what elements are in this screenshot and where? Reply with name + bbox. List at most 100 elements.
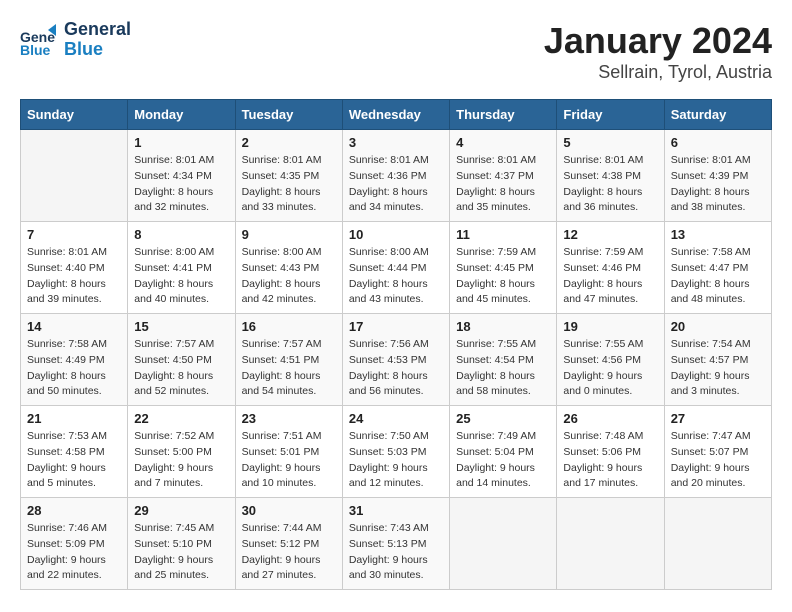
day-number: 31 [349,503,443,518]
day-number: 30 [242,503,336,518]
day-info: Sunrise: 7:54 AMSunset: 4:57 PMDaylight:… [671,337,765,400]
calendar-cell [664,498,771,590]
day-info: Sunrise: 7:58 AMSunset: 4:49 PMDaylight:… [27,337,121,400]
day-number: 2 [242,135,336,150]
calendar-cell: 4 Sunrise: 8:01 AMSunset: 4:37 PMDaylight… [450,130,557,222]
header-day: Friday [557,100,664,130]
calendar-body: 1Sunrise: 8:01 AMSunset: 4:34 PMDaylight… [21,130,772,590]
calendar-week-row: 14 Sunrise: 7:58 AMSunset: 4:49 PMDayligh… [21,314,772,406]
header-day: Tuesday [235,100,342,130]
calendar-cell: 2 Sunrise: 8:01 AMSunset: 4:35 PMDaylight… [235,130,342,222]
calendar-cell: 25Sunrise: 7:49 AMSunset: 5:04 PMDayligh… [450,406,557,498]
header-day: Sunday [21,100,128,130]
calendar-week-row: 21 Sunrise: 7:53 AMSunset: 4:58 PMDayligh… [21,406,772,498]
calendar-week-row: 7 Sunrise: 8:01 AMSunset: 4:40 PMDaylight… [21,222,772,314]
title-block: January 2024 Sellrain, Tyrol, Austria [544,20,772,83]
day-number: 10 [349,227,443,242]
day-number: 24 [349,411,443,426]
calendar-title: January 2024 [544,20,772,62]
day-info: Sunrise: 8:01 AMSunset: 4:35 PMDaylight:… [242,153,336,216]
calendar-cell: 23 Sunrise: 7:51 AMSunset: 5:01 PMDayligh… [235,406,342,498]
day-info: Sunrise: 7:57 AMSunset: 4:51 PMDaylight:… [242,337,336,400]
day-number: 29 [134,503,228,518]
calendar-cell: 21 Sunrise: 7:53 AMSunset: 4:58 PMDayligh… [21,406,128,498]
day-info: Sunrise: 8:00 AMSunset: 4:43 PMDaylight:… [242,245,336,308]
calendar-cell: 1Sunrise: 8:01 AMSunset: 4:34 PMDaylight… [128,130,235,222]
day-info: Sunrise: 7:46 AMSunset: 5:09 PMDaylight:… [27,521,121,584]
day-number: 3 [349,135,443,150]
day-info: Sunrise: 8:01 AMSunset: 4:39 PMDaylight:… [671,153,765,216]
day-info: Sunrise: 7:51 AMSunset: 5:01 PMDaylight:… [242,429,336,492]
day-info: Sunrise: 7:57 AMSunset: 4:50 PMDaylight:… [134,337,228,400]
calendar-cell: 22 Sunrise: 7:52 AMSunset: 5:00 PMDayligh… [128,406,235,498]
header-day: Wednesday [342,100,449,130]
calendar-cell: 12 Sunrise: 7:59 AMSunset: 4:46 PMDayligh… [557,222,664,314]
day-number: 11 [456,227,550,242]
calendar-cell: 29 Sunrise: 7:45 AMSunset: 5:10 PMDayligh… [128,498,235,590]
day-number: 23 [242,411,336,426]
day-info: Sunrise: 8:00 AMSunset: 4:44 PMDaylight:… [349,245,443,308]
calendar-cell: 28Sunrise: 7:46 AMSunset: 5:09 PMDayligh… [21,498,128,590]
day-number: 6 [671,135,765,150]
day-info: Sunrise: 7:48 AMSunset: 5:06 PMDaylight:… [563,429,657,492]
header-row: SundayMondayTuesdayWednesdayThursdayFrid… [21,100,772,130]
calendar-cell: 18Sunrise: 7:55 AMSunset: 4:54 PMDayligh… [450,314,557,406]
calendar-cell: 13 Sunrise: 7:58 AMSunset: 4:47 PMDayligh… [664,222,771,314]
day-number: 13 [671,227,765,242]
calendar-cell: 8Sunrise: 8:00 AMSunset: 4:41 PMDaylight… [128,222,235,314]
day-number: 20 [671,319,765,334]
day-info: Sunrise: 8:00 AMSunset: 4:41 PMDaylight:… [134,245,228,308]
calendar-cell: 10 Sunrise: 8:00 AMSunset: 4:44 PMDayligh… [342,222,449,314]
calendar-cell: 9 Sunrise: 8:00 AMSunset: 4:43 PMDaylight… [235,222,342,314]
day-info: Sunrise: 7:52 AMSunset: 5:00 PMDaylight:… [134,429,228,492]
day-number: 15 [134,319,228,334]
header-day: Saturday [664,100,771,130]
day-number: 17 [349,319,443,334]
day-number: 27 [671,411,765,426]
day-number: 12 [563,227,657,242]
day-info: Sunrise: 8:01 AMSunset: 4:40 PMDaylight:… [27,245,121,308]
logo: General Blue General Blue [20,20,131,60]
day-info: Sunrise: 7:44 AMSunset: 5:12 PMDaylight:… [242,521,336,584]
logo-line2: Blue [64,40,131,60]
svg-text:Blue: Blue [20,42,51,58]
calendar-cell: 16Sunrise: 7:57 AMSunset: 4:51 PMDayligh… [235,314,342,406]
day-info: Sunrise: 7:53 AMSunset: 4:58 PMDaylight:… [27,429,121,492]
day-number: 9 [242,227,336,242]
day-number: 14 [27,319,121,334]
day-number: 21 [27,411,121,426]
day-info: Sunrise: 7:55 AMSunset: 4:56 PMDaylight:… [563,337,657,400]
calendar-cell [450,498,557,590]
calendar-cell: 26Sunrise: 7:48 AMSunset: 5:06 PMDayligh… [557,406,664,498]
calendar-cell: 6 Sunrise: 8:01 AMSunset: 4:39 PMDaylight… [664,130,771,222]
day-info: Sunrise: 7:56 AMSunset: 4:53 PMDaylight:… [349,337,443,400]
day-number: 4 [456,135,550,150]
calendar-cell: 17 Sunrise: 7:56 AMSunset: 4:53 PMDayligh… [342,314,449,406]
calendar-table: SundayMondayTuesdayWednesdayThursdayFrid… [20,99,772,590]
calendar-cell [21,130,128,222]
day-number: 25 [456,411,550,426]
calendar-cell: 5Sunrise: 8:01 AMSunset: 4:38 PMDaylight… [557,130,664,222]
logo-line1: General [64,20,131,40]
calendar-cell: 27Sunrise: 7:47 AMSunset: 5:07 PMDayligh… [664,406,771,498]
day-number: 19 [563,319,657,334]
day-number: 7 [27,227,121,242]
calendar-cell: 30 Sunrise: 7:44 AMSunset: 5:12 PMDayligh… [235,498,342,590]
calendar-subtitle: Sellrain, Tyrol, Austria [544,62,772,83]
calendar-cell: 24Sunrise: 7:50 AMSunset: 5:03 PMDayligh… [342,406,449,498]
calendar-cell [557,498,664,590]
calendar-cell: 31Sunrise: 7:43 AMSunset: 5:13 PMDayligh… [342,498,449,590]
calendar-cell: 19 Sunrise: 7:55 AMSunset: 4:56 PMDayligh… [557,314,664,406]
day-info: Sunrise: 7:45 AMSunset: 5:10 PMDaylight:… [134,521,228,584]
calendar-week-row: 1Sunrise: 8:01 AMSunset: 4:34 PMDaylight… [21,130,772,222]
day-info: Sunrise: 7:59 AMSunset: 4:46 PMDaylight:… [563,245,657,308]
day-number: 1 [134,135,228,150]
day-number: 22 [134,411,228,426]
header-day: Thursday [450,100,557,130]
calendar-cell: 14 Sunrise: 7:58 AMSunset: 4:49 PMDayligh… [21,314,128,406]
calendar-cell: 15 Sunrise: 7:57 AMSunset: 4:50 PMDayligh… [128,314,235,406]
day-info: Sunrise: 7:58 AMSunset: 4:47 PMDaylight:… [671,245,765,308]
day-info: Sunrise: 8:01 AMSunset: 4:37 PMDaylight:… [456,153,550,216]
page-header: General Blue General Blue January 2024 S… [20,20,772,83]
calendar-week-row: 28Sunrise: 7:46 AMSunset: 5:09 PMDayligh… [21,498,772,590]
